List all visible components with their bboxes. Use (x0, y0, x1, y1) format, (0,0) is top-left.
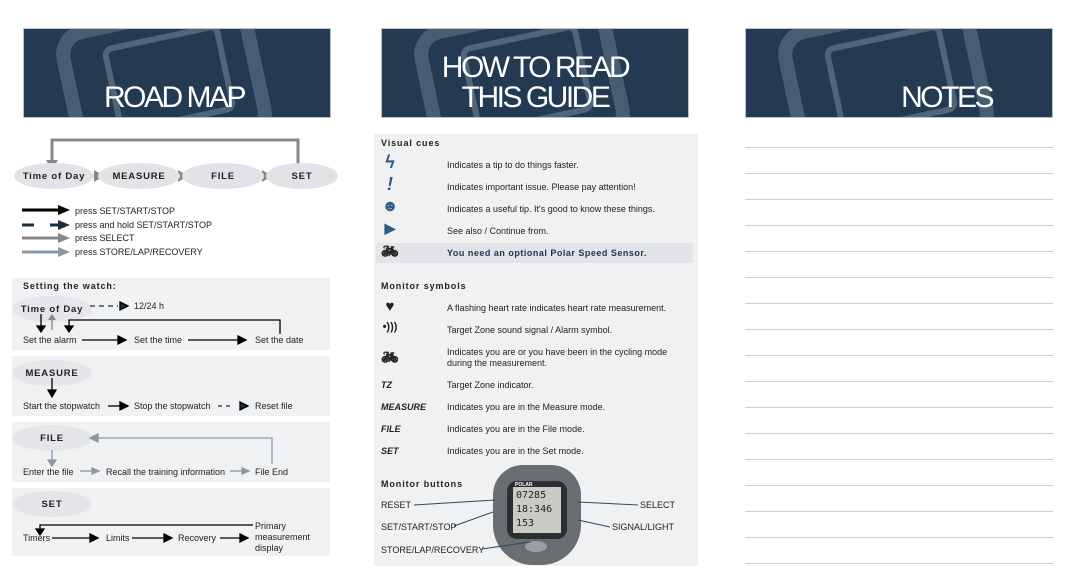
note-line (745, 173, 1053, 174)
notes-title: NOTES (901, 81, 994, 114)
road-map-banner: ROAD MAP (23, 28, 331, 118)
speed-sensor-text: You need an optional Polar Speed Sensor. (447, 248, 647, 258)
note-line (745, 407, 1053, 408)
symbol-text: Target Zone sound signal / Alarm symbol. (447, 325, 613, 335)
visual-cues-heading: Visual cues (381, 138, 441, 148)
guide-title-1: HOW TO READ (441, 51, 631, 84)
symbol-text: Target Zone indicator. (447, 380, 534, 390)
symbol-text: Indicates you are in the File mode. (447, 424, 585, 434)
note-line (745, 303, 1053, 304)
legend-press: press SET/START/STOP (75, 206, 176, 216)
triangle-right-icon: ▶ (384, 220, 396, 236)
note-line (745, 355, 1053, 356)
note-line (745, 199, 1053, 200)
exclamation-icon: ! (387, 174, 393, 194)
bicycle-icon: 🚲︎ (381, 349, 399, 365)
legend-store: press STORE/LAP/RECOVERY (75, 247, 203, 257)
setting-arrows (34, 300, 281, 544)
symbol-text: Indicates you are in the Set mode. (447, 446, 584, 456)
set-start-stop-label: SET/START/STOP (381, 522, 457, 532)
note-line (745, 381, 1053, 382)
note-line (745, 147, 1053, 148)
cue-text: Indicates important issue. Please pay at… (447, 182, 636, 192)
mode-file: FILE (182, 163, 264, 189)
note-line (745, 251, 1053, 252)
note-line (745, 329, 1053, 330)
signal-light-label: SIGNAL/LIGHT (612, 522, 675, 532)
mode-set: SET (266, 163, 338, 189)
cue-text: Indicates a useful tip. It's good to kno… (447, 204, 655, 214)
store-lap-recovery-label: STORE/LAP/RECOVERY (381, 545, 485, 555)
symbol-text: Indicates you are or you have been in th… (447, 347, 668, 368)
set-symbol: SET (381, 446, 399, 456)
cue-text: See also / Continue from. (447, 226, 549, 236)
note-line (745, 537, 1053, 538)
guide-banner: HOW TO READ THIS GUIDE (381, 28, 689, 118)
mode-time-of-day: Time of Day (14, 163, 94, 189)
mode-measure: MEASURE (98, 163, 180, 189)
reset-button-label: RESET (381, 500, 412, 510)
button-leader-lines (413, 499, 639, 550)
symbol-text: A flashing heart rate indicates heart ra… (447, 303, 667, 313)
sound-signal-icon: •))) (382, 321, 398, 333)
legend-hold: press and hold SET/START/STOP (75, 220, 213, 230)
tz-symbol: TZ (381, 380, 392, 390)
lightning-icon: ϟ (385, 152, 395, 172)
measure-symbol: MEASURE (381, 402, 427, 412)
symbol-text: Indicates you are in the Measure mode. (447, 402, 606, 412)
note-line (745, 563, 1053, 564)
notes-banner: NOTES (745, 28, 1053, 118)
road-map-title: ROAD MAP (103, 81, 247, 114)
legend-select: press SELECT (75, 233, 135, 243)
monitor-symbols-heading: Monitor symbols (381, 281, 467, 291)
note-line (745, 433, 1053, 434)
note-line (745, 511, 1053, 512)
note-line (745, 277, 1053, 278)
file-symbol: FILE (381, 424, 401, 434)
note-line (745, 485, 1053, 486)
select-button-label: SELECT (640, 500, 676, 510)
bicycle-icon: 🚲︎ (381, 243, 399, 259)
note-line (745, 225, 1053, 226)
guide-title-2: THIS GUIDE (461, 81, 611, 114)
heart-icon: ♥ (385, 298, 395, 315)
cue-text: Indicates a tip to do things faster. (447, 160, 579, 170)
note-line (745, 459, 1053, 460)
smiley-icon: ☻ (381, 198, 399, 215)
